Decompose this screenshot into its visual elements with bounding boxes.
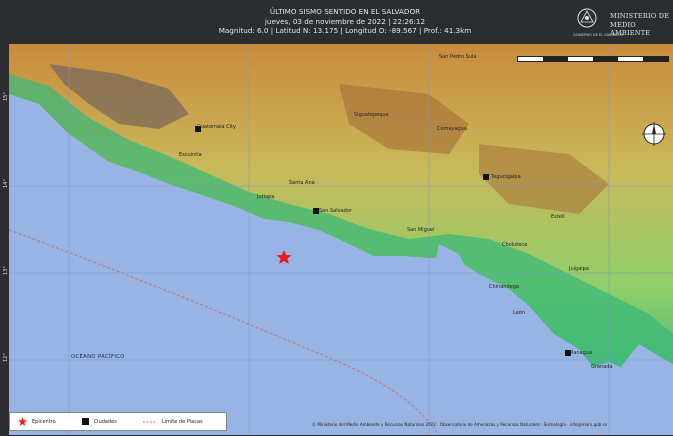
place-label: San Miguel: [407, 227, 435, 233]
latitude-tick: 14°: [3, 179, 9, 188]
longitude-tick: -88°: [596, 431, 605, 436]
map-area[interactable]: Guatemala City Escuintla San Pedro Sula …: [9, 44, 673, 435]
place-label: Santa Ana: [289, 180, 315, 186]
place-label: Granada: [591, 364, 613, 370]
plate-line-icon: [142, 420, 157, 424]
place-label: Estelí: [551, 214, 565, 220]
place-label: Chinandega: [489, 284, 519, 290]
epicenter-star-icon: [18, 417, 27, 426]
government-seal-icon: [577, 8, 597, 28]
legend-cities-label: Ciudades: [93, 418, 117, 425]
place-label: Guatemala City: [197, 124, 236, 130]
place-label: Siguatepeque: [354, 112, 389, 118]
legend-epicenter-label: Epicentro: [32, 418, 56, 425]
place-label: Juigalpa: [569, 266, 589, 272]
place-label: San Salvador: [319, 208, 352, 214]
map-title: ÚLTIMO SISMO SENTIDO EN EL SALVADOR: [269, 7, 421, 16]
latitude-tick: 12°: [3, 353, 9, 362]
ministry-line-1: MINISTERIO DE: [610, 12, 670, 20]
map-credits: © Ministerio del Medio Ambiente y Recurs…: [312, 422, 608, 427]
longitude-tick: -91°: [64, 431, 73, 436]
map-legend: Epicentro Ciudades Límite de Placas: [9, 412, 227, 431]
event-parameters: Magnitud: 6.0 | Latitud N: 13.175 | Long…: [218, 26, 472, 36]
legend-plate-boundary: Límite de Placas: [142, 418, 203, 425]
header-text-block: ÚLTIMO SISMO SENTIDO EN EL SALVADOR juev…: [150, 7, 540, 36]
legend-plate-label: Límite de Placas: [161, 418, 203, 425]
longitude-tick: -90°: [244, 431, 253, 436]
place-label: Choluteca: [502, 242, 528, 248]
place-label: San Pedro Sula: [439, 54, 477, 60]
place-label: Escuintla: [179, 152, 202, 158]
place-label: León: [513, 310, 526, 316]
place-label: Jutiapa: [257, 194, 275, 200]
ocean-label: OCÉANO PACÍFICO: [71, 354, 125, 360]
event-date: jueves, 03 de noviembre de 2022 | 22:26:…: [264, 16, 426, 26]
scale-bar: [517, 56, 669, 62]
place-label: Comayagua: [437, 126, 467, 132]
legend-cities: Ciudades: [81, 418, 117, 425]
terrain-map: [9, 44, 673, 435]
place-label: Managua: [569, 350, 593, 356]
latitude-tick: 15°: [3, 92, 9, 101]
map-header: ÚLTIMO SISMO SENTIDO EN EL SALVADOR juev…: [0, 0, 673, 44]
ministry-name: MINISTERIO DE MEDIO AMBIENTE: [610, 12, 673, 38]
ministry-line-2: MEDIO AMBIENTE: [610, 20, 651, 38]
city-square-icon: [81, 418, 89, 425]
north-arrow-icon: [642, 122, 666, 146]
latitude-tick: 13°: [3, 266, 9, 275]
longitude-tick: -89°: [424, 431, 433, 436]
place-label: Tegucigalpa: [491, 174, 521, 180]
legend-epicenter: Epicentro: [18, 417, 56, 426]
